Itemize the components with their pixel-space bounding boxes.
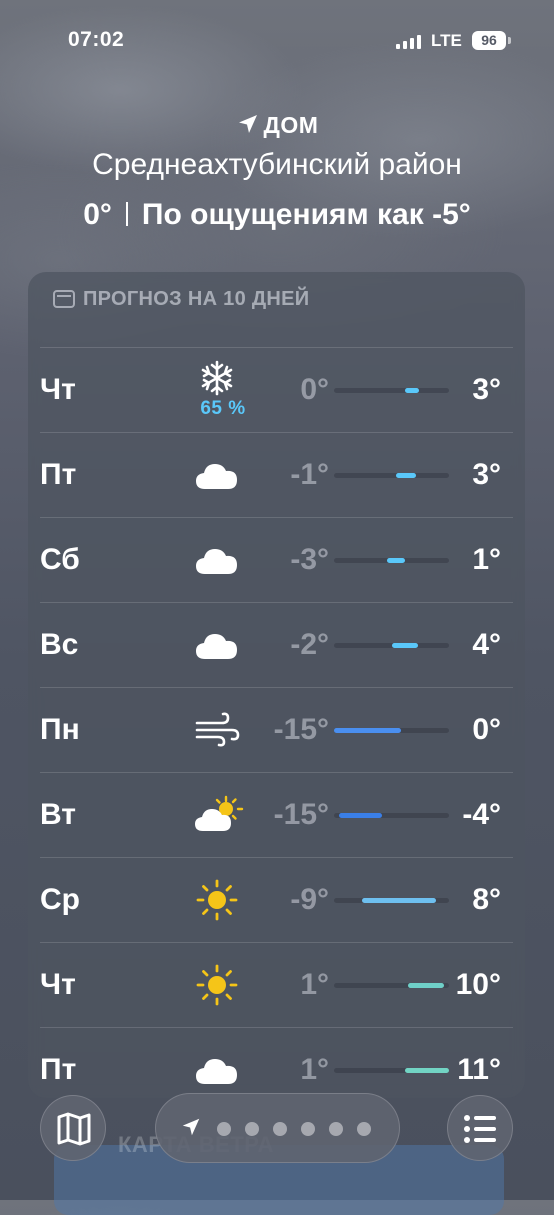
temp-range-track — [334, 983, 449, 988]
temp-range-bar — [361, 898, 437, 903]
forecast-day: Пт — [40, 1053, 77, 1086]
list-icon — [464, 1115, 496, 1143]
region-name: Среднеахтубинский район — [92, 148, 462, 181]
forecast-day: Вс — [40, 628, 79, 661]
low-temp: 0° — [300, 373, 329, 406]
forecast-day: Чт — [40, 968, 76, 1001]
cloud-icon — [192, 623, 242, 667]
cellular-signal-icon — [396, 34, 421, 49]
location-pager[interactable] — [155, 1093, 400, 1163]
location-arrow-icon — [238, 115, 257, 133]
temp-range-bar — [391, 643, 418, 648]
map-button[interactable] — [40, 1095, 106, 1161]
page-dot[interactable] — [217, 1122, 231, 1136]
temp-range-track — [334, 388, 449, 393]
temp-range-track — [334, 898, 449, 903]
temp-range-track — [334, 728, 449, 733]
location-label: ДОМ — [0, 112, 554, 139]
forecast-row[interactable]: Вс -2° 4° — [40, 602, 513, 687]
low-temp: -2° — [290, 628, 329, 661]
map-icon — [57, 1112, 91, 1146]
forecast-day: Чт — [40, 373, 76, 406]
partly-sunny-icon — [192, 793, 244, 837]
current-conditions: 0° По ощущениям как -5° — [0, 198, 554, 232]
temp-range-bar — [386, 558, 406, 563]
sun-icon — [192, 878, 242, 922]
forecast-day: Ср — [40, 883, 80, 916]
forecast-day: Вт — [40, 798, 76, 831]
low-temp: -9° — [290, 883, 329, 916]
temp-range-bar — [407, 983, 445, 988]
snowflake-icon — [192, 358, 242, 402]
cloud-icon — [192, 453, 242, 497]
temp-range-track — [334, 643, 449, 648]
forecast-row[interactable]: Сб -3° 1° — [40, 517, 513, 602]
temp-range-bar — [405, 388, 420, 393]
forecast-row[interactable]: Вт -15° -4° — [40, 772, 513, 857]
temp-range-bar — [334, 728, 401, 733]
network-type: LTE — [431, 31, 462, 50]
page-dot[interactable] — [301, 1122, 315, 1136]
forecast-row[interactable]: Чт 65 % 0° 3° — [40, 347, 513, 432]
high-temp: 3° — [472, 373, 501, 406]
forecast-title: ПРОГНОЗ НА 10 ДНЕЙ — [83, 288, 310, 310]
page-dot[interactable] — [245, 1122, 259, 1136]
forecast-day: Пн — [40, 713, 80, 746]
page-dot[interactable] — [329, 1122, 343, 1136]
low-temp: 1° — [300, 1053, 329, 1086]
divider — [125, 202, 128, 226]
high-temp: 3° — [472, 458, 501, 491]
ten-day-forecast-card[interactable]: ПРОГНОЗ НА 10 ДНЕЙ Чт 65 % 0° 3° Пт -1° 3° Сб -3… — [28, 272, 525, 1098]
sun-icon — [192, 963, 242, 1007]
low-temp: -3° — [290, 543, 329, 576]
wind-icon — [192, 708, 242, 752]
page-dot[interactable] — [357, 1122, 371, 1136]
low-temp: -15° — [273, 713, 329, 746]
status-bar: 07:02 LTE 96 — [0, 28, 554, 58]
high-temp: 8° — [472, 883, 501, 916]
temp-range-track — [334, 473, 449, 478]
current-temp: 0° — [83, 198, 112, 231]
status-time: 07:02 — [68, 28, 125, 51]
temp-range-track — [334, 813, 449, 818]
forecast-row[interactable]: Ср -9° 8° — [40, 857, 513, 942]
temp-range-bar — [405, 1068, 449, 1073]
forecast-row[interactable]: Пн -15° 0° — [40, 687, 513, 772]
forecast-row[interactable]: Чт 1° 10° — [40, 942, 513, 1027]
high-temp: 0° — [472, 713, 501, 746]
low-temp: -15° — [273, 798, 329, 831]
forecast-row[interactable]: Пт -1° 3° — [40, 432, 513, 517]
temp-range-track — [334, 1068, 449, 1073]
forecast-day: Сб — [40, 543, 80, 576]
calendar-icon — [53, 290, 75, 308]
page-dot[interactable] — [273, 1122, 287, 1136]
forecast-day: Пт — [40, 458, 77, 491]
location-name: ДОМ — [263, 112, 319, 138]
battery-icon: 96 — [472, 31, 506, 50]
high-temp: 10° — [455, 968, 501, 1001]
temp-range-bar — [396, 473, 416, 478]
battery-tip — [508, 37, 511, 44]
locations-list-button[interactable] — [447, 1095, 513, 1161]
forecast-header: ПРОГНОЗ НА 10 ДНЕЙ — [53, 288, 309, 311]
location-arrow-icon — [182, 1118, 200, 1136]
high-temp: 4° — [472, 628, 501, 661]
high-temp: -4° — [462, 798, 501, 831]
cloud-icon — [192, 538, 242, 582]
high-temp: 1° — [472, 543, 501, 576]
high-temp: 11° — [457, 1053, 501, 1086]
bottom-toolbar — [0, 1090, 554, 1200]
cloud-icon — [192, 1048, 242, 1092]
feels-like: По ощущениям как -5° — [141, 198, 471, 231]
low-temp: -1° — [290, 458, 329, 491]
low-temp: 1° — [300, 968, 329, 1001]
forecast-list: Чт 65 % 0° 3° Пт -1° 3° Сб -3° 1° Вс -2° 4° Пн -15° 0° В… — [40, 347, 513, 1098]
forecast-row[interactable]: Пт 1° 11° — [40, 1027, 513, 1098]
temp-range-bar — [338, 813, 383, 818]
precip-chance: 65 % — [200, 398, 246, 419]
temp-range-track — [334, 558, 449, 563]
